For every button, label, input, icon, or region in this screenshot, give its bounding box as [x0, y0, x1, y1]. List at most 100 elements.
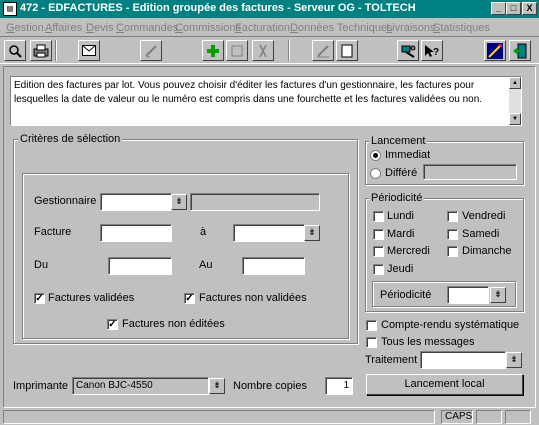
app-icon[interactable]: ▤: [3, 2, 17, 16]
tools-icon: [401, 45, 416, 58]
factures-non-validees-label: Factures non validées: [199, 292, 307, 304]
compte-rendu-checkbox[interactable]: [366, 320, 377, 331]
lundi-label: Lundi: [387, 210, 414, 222]
status-panel-3: [505, 410, 531, 424]
facture-to-field[interactable]: [233, 224, 305, 242]
close-button[interactable]: X: [522, 2, 537, 15]
copies-field[interactable]: 1: [325, 377, 353, 395]
immediat-radio[interactable]: [370, 150, 381, 161]
print-button[interactable]: [30, 40, 52, 61]
edit-button[interactable]: [140, 40, 162, 61]
lancement-group-label: Lancement: [369, 135, 428, 147]
help-icon: ?: [425, 44, 439, 58]
differe-label: Différé: [385, 167, 418, 179]
wizard-button[interactable]: [484, 40, 506, 61]
blank-icon: [231, 45, 243, 56]
facture-to-dropdown-icon[interactable]: ⇟: [304, 225, 320, 241]
minimize-button[interactable]: _: [491, 2, 506, 15]
factures-non-editees-label: Factures non éditées: [122, 318, 225, 330]
delete-icon: [259, 44, 267, 57]
menu-livraisons[interactable]: Livraisons: [386, 22, 436, 34]
status-bar: CAPS: [0, 408, 539, 425]
svg-text:?: ?: [433, 47, 439, 58]
clear-button[interactable]: [312, 40, 334, 61]
periodicite-group-label: Périodicité: [369, 192, 425, 204]
facture-to-label: à: [200, 226, 207, 238]
imprimante-dropdown-icon[interactable]: ⇟: [209, 378, 225, 394]
au-date-field[interactable]: [242, 257, 305, 275]
du-label: Du: [34, 259, 49, 271]
criteria-group-label: Critères de sélection: [18, 133, 123, 145]
traitement-field[interactable]: [420, 351, 506, 369]
lundi-checkbox[interactable]: [373, 211, 384, 222]
toolbar-separator: [55, 40, 57, 61]
mardi-checkbox[interactable]: [373, 229, 384, 240]
factures-non-validees-checkbox[interactable]: ✓: [184, 293, 195, 304]
jeudi-checkbox[interactable]: [373, 264, 384, 275]
jeudi-label: Jeudi: [387, 263, 414, 275]
vendredi-label: Vendredi: [462, 210, 506, 222]
factures-validees-checkbox[interactable]: ✓: [34, 293, 45, 304]
samedi-checkbox[interactable]: [447, 229, 458, 240]
blank-button[interactable]: [226, 40, 248, 61]
mail-button[interactable]: [78, 40, 100, 61]
search-button[interactable]: [4, 40, 26, 61]
dimanche-label: Dimanche: [462, 245, 512, 257]
mercredi-checkbox[interactable]: [373, 246, 384, 257]
facture-label: Facture: [34, 226, 72, 238]
add-button[interactable]: [202, 40, 224, 61]
menu-donnees-techniques[interactable]: Données Techniques: [290, 22, 393, 34]
gestionnaire-name-field: [190, 193, 320, 211]
help-button[interactable]: ?: [421, 40, 443, 61]
add-icon: [207, 44, 219, 57]
tous-messages-checkbox[interactable]: [366, 337, 377, 348]
window-title: 472 - EDFACTURES - Edition groupée des f…: [20, 2, 416, 14]
menu-commissions[interactable]: Commissions: [175, 22, 241, 34]
menu-commandes[interactable]: Commandes: [116, 22, 178, 34]
menu-facturation[interactable]: Facturation: [235, 22, 290, 34]
delete-button[interactable]: [252, 40, 274, 61]
exit-button[interactable]: [509, 40, 531, 61]
differe-radio[interactable]: [370, 168, 381, 179]
new-page-icon: [341, 44, 353, 57]
gestionnaire-dropdown-icon[interactable]: ⇟: [171, 194, 187, 210]
status-panel-2: [476, 410, 502, 424]
traitement-dropdown-icon[interactable]: ⇟: [506, 352, 522, 368]
new-page-button[interactable]: [336, 40, 358, 61]
clear-icon: [317, 44, 329, 57]
gestionnaire-label: Gestionnaire: [34, 195, 97, 207]
du-date-field[interactable]: [108, 257, 172, 275]
differe-field: [423, 164, 517, 180]
facture-from-field[interactable]: [100, 224, 172, 242]
mardi-label: Mardi: [387, 228, 415, 240]
scroll-up-icon[interactable]: ▲: [509, 77, 521, 89]
menu-statistiques[interactable]: Statistiques: [433, 22, 490, 34]
description-scrollbar[interactable]: ▲ ▼: [509, 77, 521, 125]
gestionnaire-field[interactable]: [100, 193, 172, 211]
toolbar: ?: [0, 36, 539, 64]
periodicite-field[interactable]: [447, 286, 489, 304]
mercredi-label: Mercredi: [387, 245, 430, 257]
traitement-label: Traitement: [365, 354, 418, 366]
vendredi-checkbox[interactable]: [447, 211, 458, 222]
toolbar-separator: [288, 40, 290, 61]
menu-affaires[interactable]: Affaires: [45, 22, 82, 34]
scroll-down-icon[interactable]: ▼: [509, 113, 521, 125]
menu-bar: Gestion Affaires Devis Commandes Commiss…: [0, 19, 539, 36]
exit-icon: [513, 43, 527, 58]
periodicite-dropdown-icon[interactable]: ⇟: [490, 287, 506, 303]
menu-gestion[interactable]: Gestion: [6, 22, 44, 34]
au-label: Au: [199, 259, 213, 271]
maximize-button[interactable]: □: [506, 2, 521, 15]
lancement-local-button[interactable]: Lancement local: [366, 374, 523, 395]
tous-messages-label: Tous les messages: [381, 336, 475, 348]
mail-icon: [82, 45, 96, 56]
tools-button[interactable]: [397, 40, 419, 61]
copies-label: Nombre copies: [233, 380, 307, 392]
periodicite-field-label: Périodicité: [380, 289, 432, 301]
status-message-panel: [3, 410, 435, 424]
dimanche-checkbox[interactable]: [447, 246, 458, 257]
menu-devis[interactable]: Devis: [86, 22, 114, 34]
description-text: Edition des factures par lot. Vous pouve…: [14, 80, 483, 105]
factures-non-editees-checkbox[interactable]: ✓: [107, 319, 118, 330]
